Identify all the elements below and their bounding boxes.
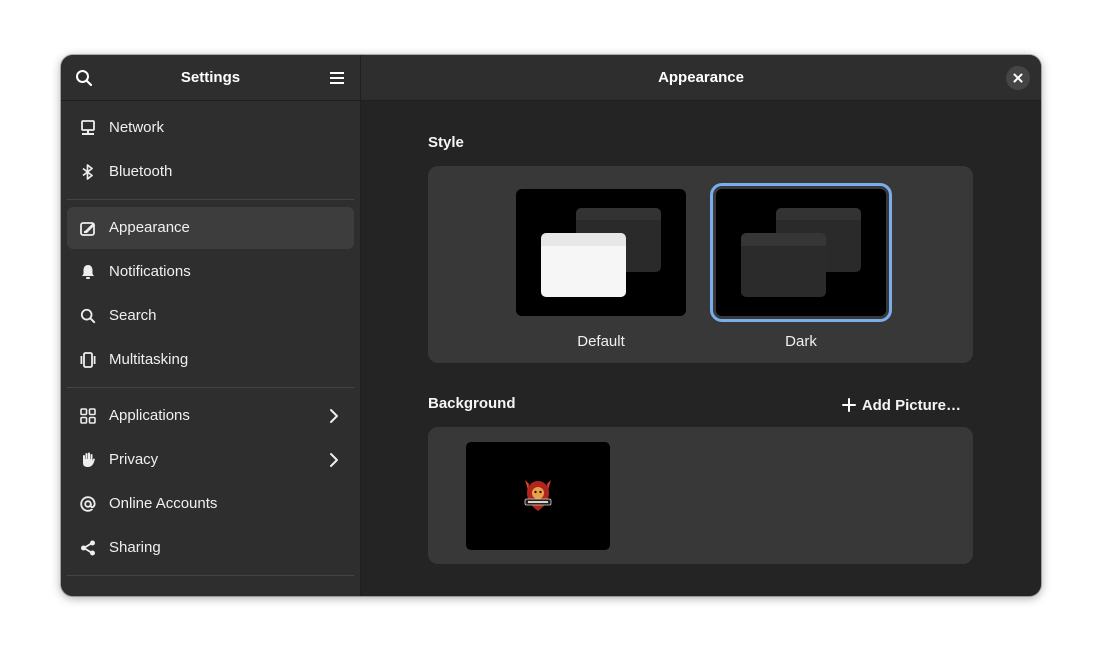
hamburger-icon xyxy=(330,72,344,84)
sidebar-item-label: Privacy xyxy=(109,451,159,468)
style-option-label: Dark xyxy=(785,333,817,350)
sidebar-item-label: Network xyxy=(109,119,165,136)
main-content: Appearance Style Default Dark Background… xyxy=(361,55,1041,596)
multitasking-icon xyxy=(79,351,97,369)
sidebar-item-appearance[interactable]: Appearance xyxy=(67,207,354,249)
share-icon xyxy=(79,539,97,557)
sidebar-list: Network Bluetooth Appearance Notificatio… xyxy=(67,107,354,583)
main-header: Appearance xyxy=(361,55,1041,101)
style-option-dark[interactable]: Dark xyxy=(710,183,892,350)
sidebar-item-multitasking[interactable]: Multitasking xyxy=(67,339,354,381)
sidebar-separator xyxy=(67,575,354,576)
sidebar-item-notifications[interactable]: Notifications xyxy=(67,251,354,293)
hand-icon xyxy=(79,451,97,469)
sidebar-item-label: Sharing xyxy=(109,539,161,556)
sidebar-item-sharing[interactable]: Sharing xyxy=(67,527,354,569)
main-menu-button[interactable] xyxy=(323,64,351,92)
sidebar-title: Settings xyxy=(180,69,241,86)
sidebar-separator xyxy=(67,387,354,388)
background-card xyxy=(428,427,973,564)
sidebar-item-label: Search xyxy=(109,307,157,324)
sidebar-item-privacy[interactable]: Privacy xyxy=(67,439,354,481)
chevron-right-icon xyxy=(330,453,338,467)
sidebar-item-label: Bluetooth xyxy=(109,163,173,180)
close-icon xyxy=(1013,73,1023,83)
close-button[interactable] xyxy=(1006,66,1030,90)
sidebar-item-search[interactable]: Search xyxy=(67,295,354,337)
network-icon xyxy=(79,119,97,137)
at-icon xyxy=(79,495,97,513)
sidebar-item-label: Online Accounts xyxy=(109,495,218,512)
sidebar-item-label: Notifications xyxy=(109,263,191,280)
sidebar-item-label: Applications xyxy=(109,407,190,424)
style-preview-default xyxy=(516,189,686,316)
background-section-label: Background xyxy=(428,395,516,412)
sidebar-item-online-accounts[interactable]: Online Accounts xyxy=(67,483,354,525)
sidebar-item-label: Appearance xyxy=(109,219,190,236)
sidebar-item-bluetooth[interactable]: Bluetooth xyxy=(67,151,354,193)
search-icon xyxy=(79,307,97,325)
preview-front-window xyxy=(741,233,826,297)
plus-icon xyxy=(841,398,856,412)
bell-icon xyxy=(79,263,97,281)
sidebar-header: Settings xyxy=(61,55,360,101)
style-section-label: Style xyxy=(428,134,464,151)
style-preview-dark xyxy=(710,183,892,322)
page-title: Appearance xyxy=(658,69,744,86)
settings-window: Settings Network Bluetooth Appearance No… xyxy=(61,55,1041,596)
style-option-default[interactable]: Default xyxy=(516,189,686,350)
sidebar-item-label: Multitasking xyxy=(109,351,189,368)
style-card: Default Dark xyxy=(428,166,973,363)
add-picture-button[interactable]: Add Picture… xyxy=(841,395,961,415)
applications-icon xyxy=(79,407,97,425)
appearance-icon xyxy=(79,219,97,237)
chevron-right-icon xyxy=(330,409,338,423)
sidebar-item-network[interactable]: Network xyxy=(67,107,354,149)
bluetooth-icon xyxy=(79,163,97,181)
preview-front-window xyxy=(541,233,626,297)
sidebar: Settings Network Bluetooth Appearance No… xyxy=(61,55,361,596)
background-thumbnail[interactable] xyxy=(466,442,610,550)
sidebar-separator xyxy=(67,199,354,200)
style-option-label: Default xyxy=(577,333,625,350)
sidebar-item-applications[interactable]: Applications xyxy=(67,395,354,437)
wallpaper-logo-icon xyxy=(524,480,552,511)
add-picture-label: Add Picture… xyxy=(861,396,961,414)
